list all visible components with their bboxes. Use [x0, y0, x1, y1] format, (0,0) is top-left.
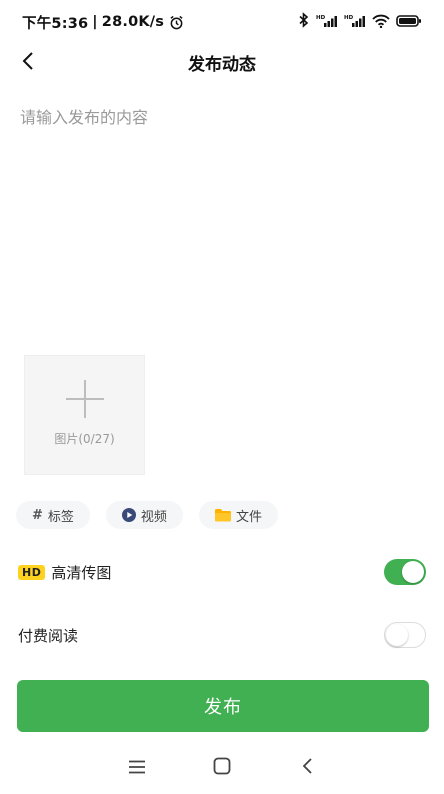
status-separator: | [92, 14, 98, 30]
battery-icon [396, 13, 422, 32]
menu-button[interactable] [122, 753, 152, 783]
hd-upload-toggle[interactable] [384, 559, 426, 585]
tag-chip[interactable]: # 标签 [16, 501, 90, 529]
publish-button[interactable]: 发布 [17, 680, 429, 732]
file-chip[interactable]: 文件 [198, 501, 278, 529]
hash-icon: # [32, 507, 43, 523]
paid-reading-row: 付费阅读 [18, 618, 426, 652]
svg-text:HD: HD [344, 15, 354, 21]
signal-hd-icon: HD [316, 13, 338, 32]
file-chip-label: 文件 [235, 509, 262, 525]
header: 发布动态 [0, 44, 444, 82]
svg-text:HD: HD [316, 15, 326, 21]
page-title: 发布动态 [188, 55, 256, 75]
back-triangle-icon [301, 757, 313, 779]
status-time: 下午5:36 [22, 15, 89, 32]
hd-badge: HD [18, 564, 46, 580]
signal-hd-icon: HD [344, 13, 366, 32]
nav-back-button[interactable] [292, 753, 322, 783]
play-circle-icon [121, 508, 136, 522]
status-right: HD HD [298, 12, 422, 32]
home-square-icon [213, 757, 231, 779]
home-button[interactable] [207, 753, 237, 783]
image-count-label: 图片(0/27) [54, 431, 115, 446]
alarm-icon [169, 15, 184, 30]
hd-upload-label: 高清传图 [51, 563, 112, 582]
attachment-chips: # 标签 视频 文件 [16, 501, 278, 529]
system-nav-bar [0, 748, 444, 788]
add-image-button[interactable]: 图片(0/27) [24, 355, 145, 475]
folder-icon [214, 508, 231, 522]
status-bar: 下午5:36 | 28.0K/s HD HD [0, 0, 444, 44]
menu-icon [128, 759, 146, 778]
wifi-icon [372, 13, 390, 32]
paid-reading-toggle[interactable] [384, 622, 426, 648]
toggle-knob [402, 561, 424, 583]
paid-reading-label-group: 付费阅读 [18, 625, 78, 646]
bluetooth-icon [298, 12, 310, 32]
status-speed: 28.0K/s [101, 14, 165, 30]
paid-reading-label: 付费阅读 [18, 626, 79, 645]
video-chip-label: 视频 [140, 509, 167, 525]
hd-upload-label-group: HD 高清传图 [18, 562, 111, 583]
video-chip[interactable]: 视频 [105, 501, 183, 529]
tag-chip-label: 标签 [47, 509, 74, 525]
plus-icon [65, 379, 104, 418]
toggle-knob [386, 624, 408, 646]
status-left: 下午5:36 | 28.0K/s [22, 12, 184, 33]
hd-upload-row: HD 高清传图 [18, 555, 426, 589]
content-input[interactable] [20, 104, 424, 334]
